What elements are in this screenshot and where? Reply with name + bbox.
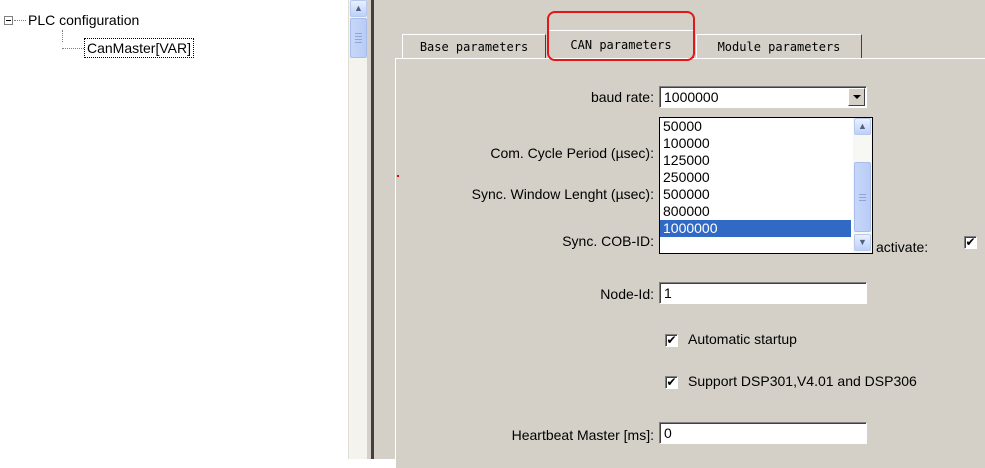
activate-checkbox[interactable]: ✔ (964, 236, 977, 249)
splitter-border (371, 0, 374, 459)
baud-rate-label: baud rate: (590, 89, 654, 105)
tree-node-canmaster[interactable]: CanMaster[VAR] (62, 38, 194, 58)
tree-node-plc-configuration[interactable]: PLC configuration (4, 11, 139, 29)
tab-module-parameters[interactable]: Module parameters (696, 34, 862, 58)
collapse-icon[interactable] (4, 15, 13, 25)
dropdown-scrollbar[interactable]: ▲ ▼ (853, 118, 872, 253)
baud-rate-select[interactable]: 1000000 (659, 86, 867, 108)
dsp-support-checkbox[interactable]: ✔ (665, 376, 678, 389)
heartbeat-input[interactable]: 0 (659, 422, 867, 444)
dsp-support-label: Support DSP301,V4.01 and DSP306 (688, 373, 917, 389)
tab-base-parameters[interactable]: Base parameters (402, 34, 546, 58)
baud-rate-dropdown-list[interactable]: 50000 100000 125000 250000 500000 800000… (659, 117, 873, 254)
annotation-dot (397, 175, 399, 177)
tree-child-label[interactable]: CanMaster[VAR] (84, 38, 194, 58)
activate-label: activate: (876, 239, 929, 255)
scrollbar-thumb[interactable] (350, 18, 367, 58)
node-id-label: Node-Id: (600, 286, 654, 302)
list-item[interactable]: 500000 (660, 186, 851, 203)
scroll-down-icon[interactable]: ▼ (854, 234, 871, 251)
list-item[interactable]: 800000 (660, 203, 851, 220)
sync-window-label: Sync. Window Lenght (µsec): (471, 186, 654, 202)
tab-can-parameters[interactable]: CAN parameters (548, 30, 694, 58)
tree-root-label: PLC configuration (28, 12, 140, 28)
com-cycle-label: Com. Cycle Period (µsec): (490, 145, 654, 161)
list-item[interactable]: 125000 (660, 152, 851, 169)
sync-cobid-label: Sync. COB-ID: (562, 233, 654, 249)
project-tree[interactable]: PLC configuration CanMaster[VAR] (0, 0, 348, 459)
list-item[interactable]: 50000 (660, 118, 851, 135)
chevron-down-icon (852, 95, 861, 99)
scroll-up-icon[interactable]: ▲ (350, 0, 367, 17)
list-item-selected[interactable]: 1000000 (660, 220, 851, 237)
list-item[interactable]: 100000 (660, 135, 851, 152)
tree-scrollbar[interactable]: ▲ (348, 0, 367, 459)
tree-connector (14, 19, 26, 21)
list-item[interactable]: 250000 (660, 169, 851, 186)
automatic-startup-label: Automatic startup (688, 331, 797, 347)
automatic-startup-checkbox[interactable]: ✔ (665, 334, 678, 347)
node-id-input[interactable]: 1 (659, 282, 867, 304)
scroll-up-icon[interactable]: ▲ (854, 118, 871, 135)
tree-connector (62, 47, 84, 49)
heartbeat-label: Heartbeat Master [ms]: (511, 427, 654, 443)
dropdown-button[interactable] (848, 88, 865, 106)
baud-rate-value: 1000000 (664, 89, 719, 105)
scrollbar-thumb[interactable] (854, 162, 871, 232)
